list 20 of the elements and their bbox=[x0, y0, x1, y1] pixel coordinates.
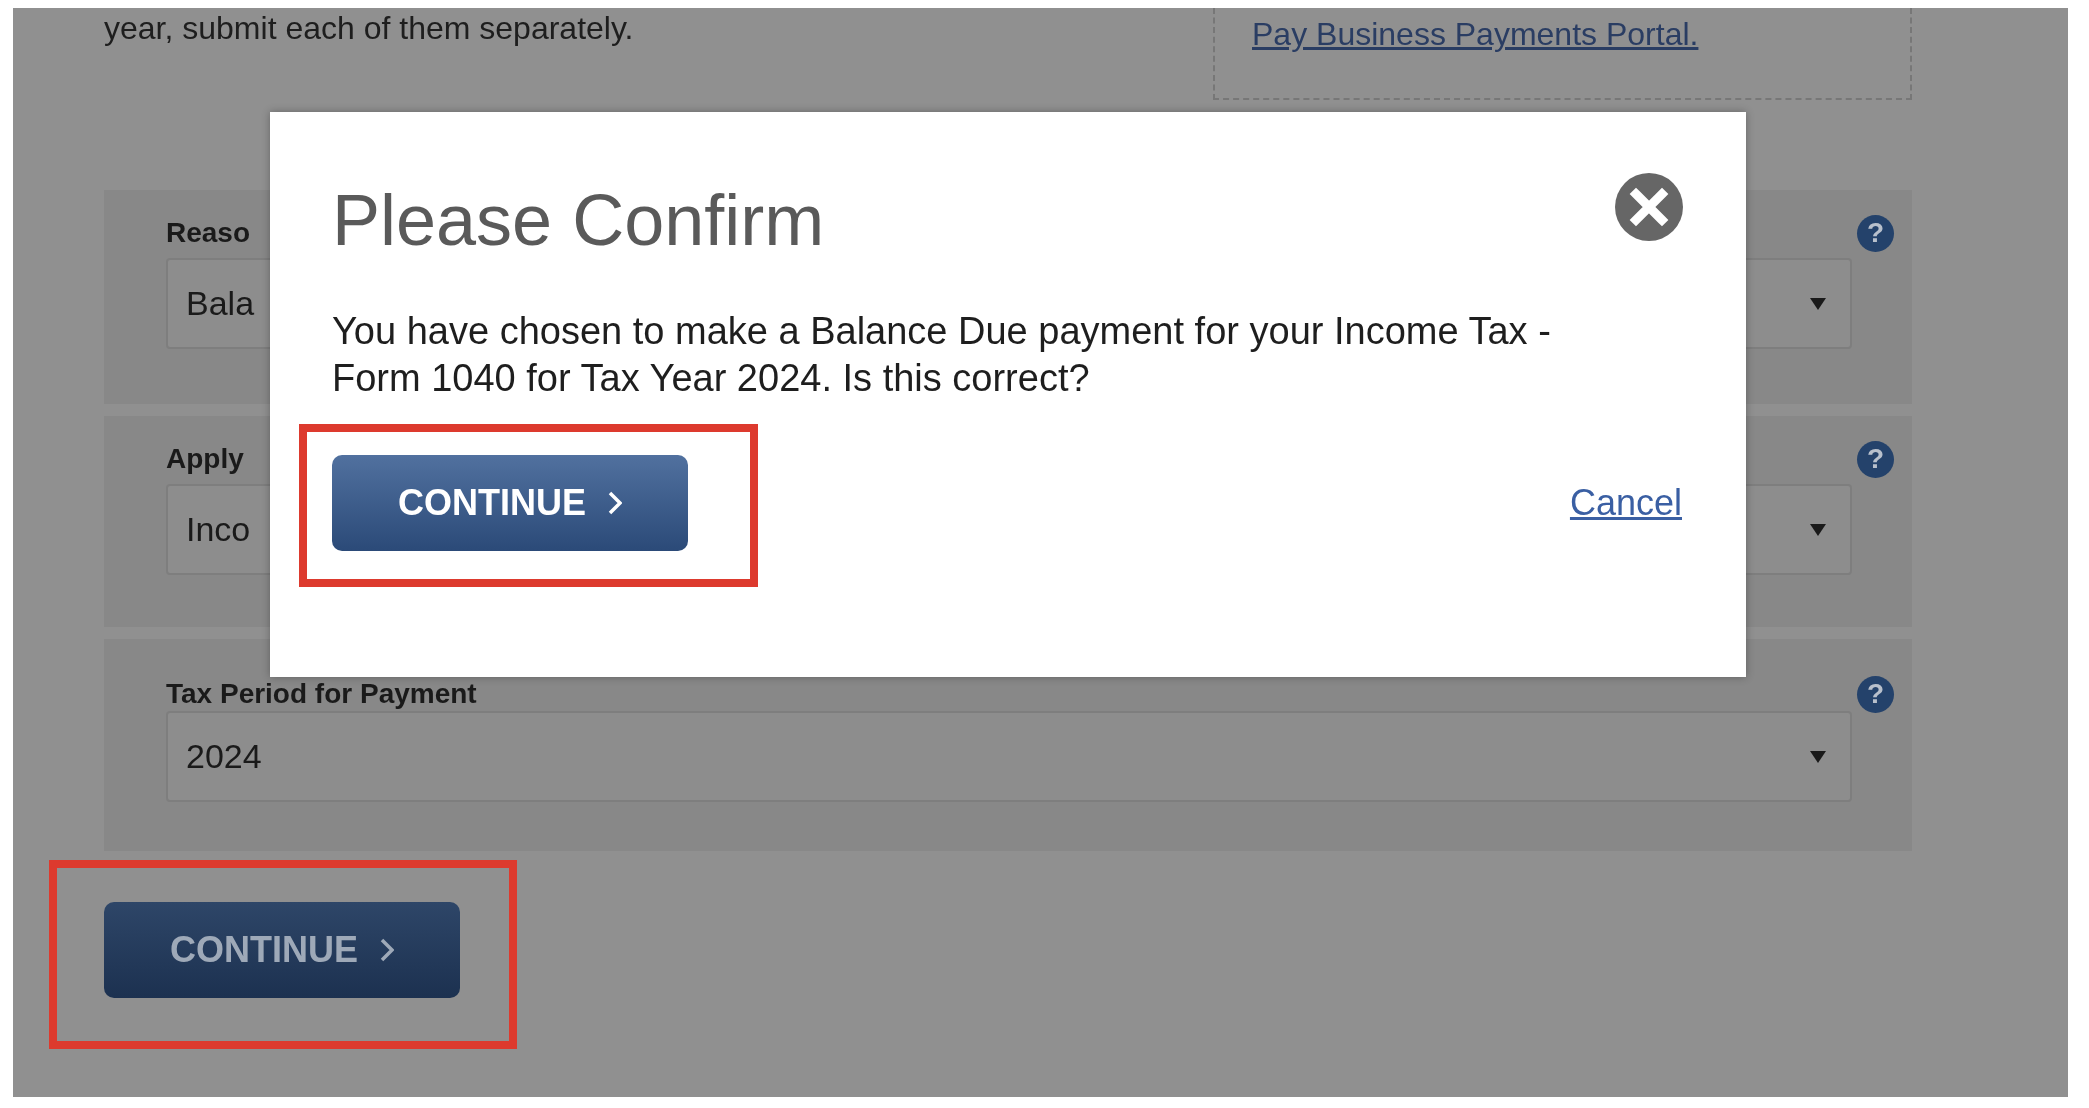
continue-button[interactable]: CONTINUE bbox=[332, 455, 688, 551]
select-field[interactable]: 2024 bbox=[166, 711, 1852, 802]
help-icon[interactable]: ? bbox=[1857, 675, 1894, 713]
dropdown-caret-icon bbox=[1810, 750, 1826, 763]
dialog-title: Please Confirm bbox=[332, 182, 825, 258]
cancel-link[interactable]: Cancel bbox=[1569, 476, 1682, 530]
chevron-icon bbox=[608, 491, 622, 515]
help-icon[interactable]: ? bbox=[1857, 214, 1894, 252]
instruction-text: year, submit each of them separately. bbox=[104, 10, 634, 46]
field-label: Apply bbox=[166, 442, 244, 476]
help-icon[interactable]: ? bbox=[1857, 440, 1894, 478]
dropdown-caret-icon bbox=[1810, 297, 1826, 310]
dropdown-caret-icon bbox=[1810, 523, 1826, 536]
chevron-icon bbox=[380, 938, 394, 962]
continue-button[interactable]: CONTINUE bbox=[104, 902, 460, 998]
field-label: Tax Period for Payment bbox=[166, 677, 477, 711]
field-label: Reaso bbox=[166, 216, 251, 250]
dialog-message: You have chosen to make a Balance Due payment for your Income Tax - Form 1040 for Tax Year 2024. Is this correct? bbox=[332, 309, 1552, 401]
close-icon[interactable] bbox=[1614, 172, 1684, 242]
portal-link[interactable]: Pay Business Payments Portal. bbox=[1252, 16, 1699, 52]
